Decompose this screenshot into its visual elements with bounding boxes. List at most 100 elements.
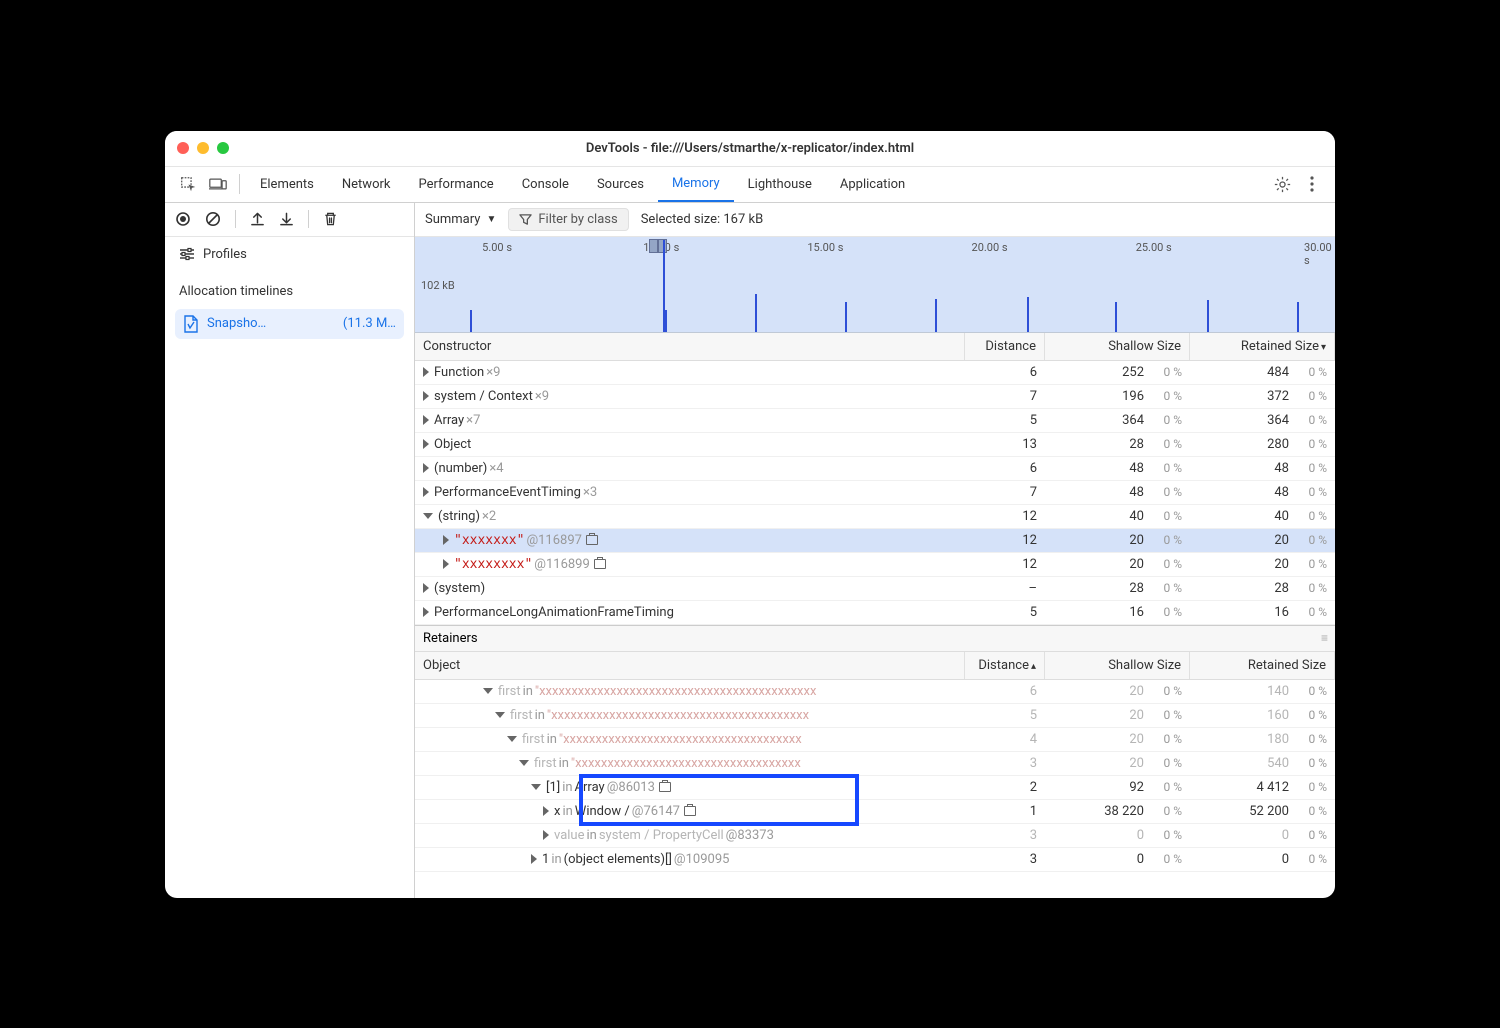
retain-in: in [523, 684, 533, 699]
table-row[interactable]: Array ×753640 %3640 % [415, 409, 1335, 433]
devtools-window: DevTools - file:///Users/stmarthe/x-repl… [165, 131, 1335, 898]
divider [239, 174, 240, 194]
chevron-down-icon[interactable] [519, 760, 529, 766]
table-row[interactable]: (number) ×46480 %480 % [415, 457, 1335, 481]
tab-performance[interactable]: Performance [405, 167, 508, 202]
chevron-right-icon[interactable] [423, 439, 429, 449]
cell: 280 % [1045, 433, 1190, 456]
table-row[interactable]: (system)–280 %280 % [415, 577, 1335, 601]
row-name: Array [434, 413, 464, 428]
table-row[interactable]: Object13280 %2800 % [415, 433, 1335, 457]
table-row[interactable]: PerformanceLongAnimationFrameTiming5160 … [415, 601, 1335, 625]
retain-in: in [587, 828, 597, 843]
close-icon[interactable] [177, 142, 189, 154]
col-retained-size[interactable]: Retained Size [1190, 333, 1335, 360]
window-title: DevTools - file:///Users/stmarthe/x-repl… [165, 141, 1335, 156]
chevron-right-icon[interactable] [531, 854, 537, 864]
col-distance-r[interactable]: Distance [965, 652, 1045, 679]
minimize-icon[interactable] [197, 142, 209, 154]
tab-lighthouse[interactable]: Lighthouse [734, 167, 826, 202]
table-row[interactable]: (string) ×212400 %400 % [415, 505, 1335, 529]
col-shallow-r[interactable]: Shallow Size [1045, 652, 1190, 679]
chevron-down-icon[interactable] [507, 736, 517, 742]
profiles-section[interactable]: Profiles [165, 237, 414, 272]
tab-network[interactable]: Network [328, 167, 405, 202]
cell: 200 % [1190, 529, 1335, 552]
tab-memory[interactable]: Memory [658, 167, 734, 202]
col-object[interactable]: Object [415, 652, 965, 679]
chevron-right-icon[interactable] [543, 806, 549, 816]
retain-prop: 1 [542, 852, 549, 867]
table-row[interactable]: Function ×962520 %4840 % [415, 361, 1335, 385]
chevron-right-icon[interactable] [423, 607, 429, 617]
row-name: system / Context [434, 389, 533, 404]
cell: 2 [965, 776, 1045, 799]
chevron-down-icon[interactable] [495, 712, 505, 718]
tab-application[interactable]: Application [826, 167, 919, 202]
tab-sources[interactable]: Sources [583, 167, 658, 202]
timeline-bar [935, 299, 937, 332]
timeline[interactable]: 5.00 s10.00 s15.00 s20.00 s25.00 s30.00 … [415, 237, 1335, 333]
timeline-tick: 20.00 s [972, 241, 1008, 254]
chevron-right-icon[interactable] [443, 535, 449, 545]
zoom-icon[interactable] [217, 142, 229, 154]
table-row[interactable]: "xxxxxxxx" @116899 12200 %200 % [415, 553, 1335, 577]
chevron-right-icon[interactable] [443, 559, 449, 569]
chevron-down-icon[interactable] [531, 784, 541, 790]
chevron-right-icon[interactable] [423, 583, 429, 593]
summary-dropdown[interactable]: Summary ▼ [425, 212, 496, 227]
cell: 280 % [1190, 577, 1335, 600]
trash-icon[interactable] [323, 211, 338, 227]
table-row[interactable]: first in "xxxxxxxxxxxxxxxxxxxxxxxxxxxxxx… [415, 680, 1335, 704]
table-row[interactable]: first in "xxxxxxxxxxxxxxxxxxxxxxxxxxxxxx… [415, 728, 1335, 752]
retain-suffix: @109095 [674, 852, 730, 867]
cell: 00 % [1045, 824, 1190, 847]
timeline-handle-left[interactable] [649, 239, 658, 253]
timeline-bar [470, 310, 472, 332]
retain-prop: first [498, 684, 521, 699]
retain-value: system / PropertyCell [599, 828, 724, 843]
filter-input[interactable]: Filter by class [508, 208, 628, 231]
table-row[interactable]: [1] in Array @86013 2920 %4 4120 % [415, 776, 1335, 800]
cell: 3 [965, 824, 1045, 847]
cell: 1 [965, 800, 1045, 823]
table-row[interactable]: x in Window / @76147 138 2200 %52 2000 % [415, 800, 1335, 824]
col-constructor[interactable]: Constructor [415, 333, 965, 360]
chevron-down-icon[interactable] [483, 688, 493, 694]
table-row[interactable]: PerformanceEventTiming ×37480 %480 % [415, 481, 1335, 505]
hamburger-icon[interactable]: ≡ [1321, 631, 1327, 645]
table-row[interactable]: first in "xxxxxxxxxxxxxxxxxxxxxxxxxxxxxx… [415, 704, 1335, 728]
chevron-right-icon[interactable] [543, 830, 549, 840]
table-row[interactable]: "xxxxxxx" @116897 12200 %200 % [415, 529, 1335, 553]
download-icon[interactable] [279, 211, 294, 227]
chevron-down-icon[interactable] [423, 513, 433, 519]
clear-icon[interactable] [205, 211, 221, 227]
row-name: (number) [434, 461, 487, 476]
chevron-right-icon[interactable] [423, 415, 429, 425]
table-row[interactable]: first in "xxxxxxxxxxxxxxxxxxxxxxxxxxxxxx… [415, 752, 1335, 776]
tab-elements[interactable]: Elements [246, 167, 328, 202]
col-distance[interactable]: Distance [965, 333, 1045, 360]
cell: 480 % [1190, 481, 1335, 504]
chevron-right-icon[interactable] [423, 463, 429, 473]
tab-console[interactable]: Console [508, 167, 583, 202]
cell: 52 2000 % [1190, 800, 1335, 823]
table-row[interactable]: system / Context ×971960 %3720 % [415, 385, 1335, 409]
inspect-icon[interactable] [179, 175, 197, 193]
col-retained-r[interactable]: Retained Size [1190, 652, 1335, 679]
retain-prop: first [510, 708, 533, 723]
upload-icon[interactable] [250, 211, 265, 227]
record-icon[interactable] [175, 211, 191, 227]
retainers-bar: Retainers ≡ [415, 625, 1335, 652]
col-shallow-size[interactable]: Shallow Size [1045, 333, 1190, 360]
gear-icon[interactable] [1273, 175, 1291, 193]
device-icon[interactable] [209, 175, 227, 193]
sidebar-item-snapshot[interactable]: Snapsho… (11.3 M… [175, 309, 404, 339]
chevron-right-icon[interactable] [423, 367, 429, 377]
chevron-right-icon[interactable] [423, 487, 429, 497]
table-row[interactable]: 1 in (object elements)[] @109095300 %00 … [415, 848, 1335, 872]
kebab-icon[interactable] [1303, 175, 1321, 193]
table-row[interactable]: value in system / PropertyCell @83373300… [415, 824, 1335, 848]
chevron-right-icon[interactable] [423, 391, 429, 401]
row-suffix: ×7 [466, 413, 480, 428]
